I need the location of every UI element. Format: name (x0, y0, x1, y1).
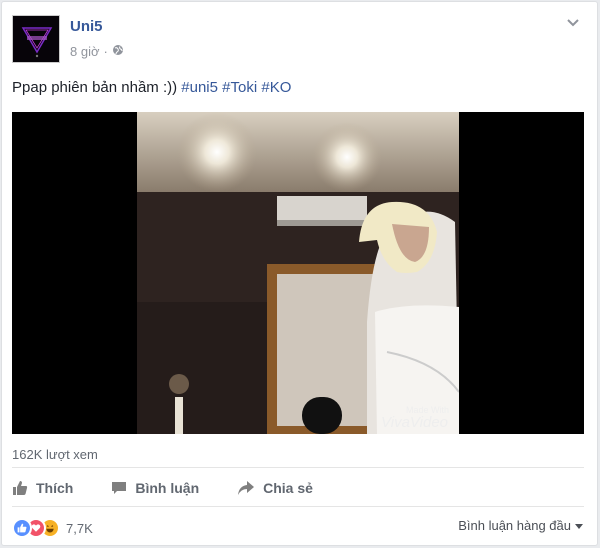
comment-sort-dropdown[interactable]: Bình luận hàng đầu (458, 518, 583, 533)
reaction-count: 7,7K (66, 520, 93, 536)
hashtag-uni5[interactable]: #uni5 (181, 79, 218, 96)
hashtag-toki[interactable]: #Toki (222, 79, 257, 96)
thumbs-up-icon (12, 480, 28, 496)
post-card: Uni5 8 giờ · Ppap phiên bản nhầm :)) #un… (1, 1, 598, 546)
post-header: Uni5 8 giờ · (12, 12, 582, 64)
divider-top (12, 467, 584, 468)
caption-text: Ppap phiên bản nhầm :)) (12, 79, 182, 96)
comment-icon (111, 480, 127, 496)
comment-button[interactable]: Bình luận (111, 480, 199, 496)
video-frame (137, 112, 459, 434)
caret-down-icon (575, 518, 583, 533)
like-icon (12, 518, 32, 538)
video-player[interactable]: Made With VivaVideo (12, 112, 584, 434)
like-label: Thích (36, 480, 74, 496)
like-button[interactable]: Thích (12, 480, 73, 496)
chevron-down-icon[interactable] (566, 16, 580, 30)
share-icon (237, 480, 255, 496)
view-count: 162K lượt xem (12, 447, 98, 462)
divider-bottom (12, 506, 584, 507)
hashtag-ko[interactable]: #KO (261, 79, 291, 96)
post-time[interactable]: 8 giờ (70, 44, 100, 59)
post-caption: Ppap phiên bản nhầm :)) #uni5 #Toki #KO (12, 79, 291, 96)
video-watermark: Made With VivaVideo (381, 406, 449, 431)
comment-label: Bình luận (135, 480, 200, 496)
post-meta: 8 giờ · (70, 44, 124, 59)
separator-dot: · (103, 44, 108, 59)
globe-icon[interactable] (112, 44, 124, 59)
share-label: Chia sẻ (263, 480, 313, 496)
page-name[interactable]: Uni5 (70, 18, 103, 35)
reaction-summary[interactable]: 7,7K (12, 516, 93, 540)
watermark-line2: VivaVideo (381, 414, 449, 431)
comment-sort-label: Bình luận hàng đầu (458, 518, 571, 533)
action-bar: Thích Bình luận Chia sẻ (12, 475, 584, 501)
share-button[interactable]: Chia sẻ (237, 480, 313, 496)
page-avatar[interactable] (12, 15, 60, 63)
